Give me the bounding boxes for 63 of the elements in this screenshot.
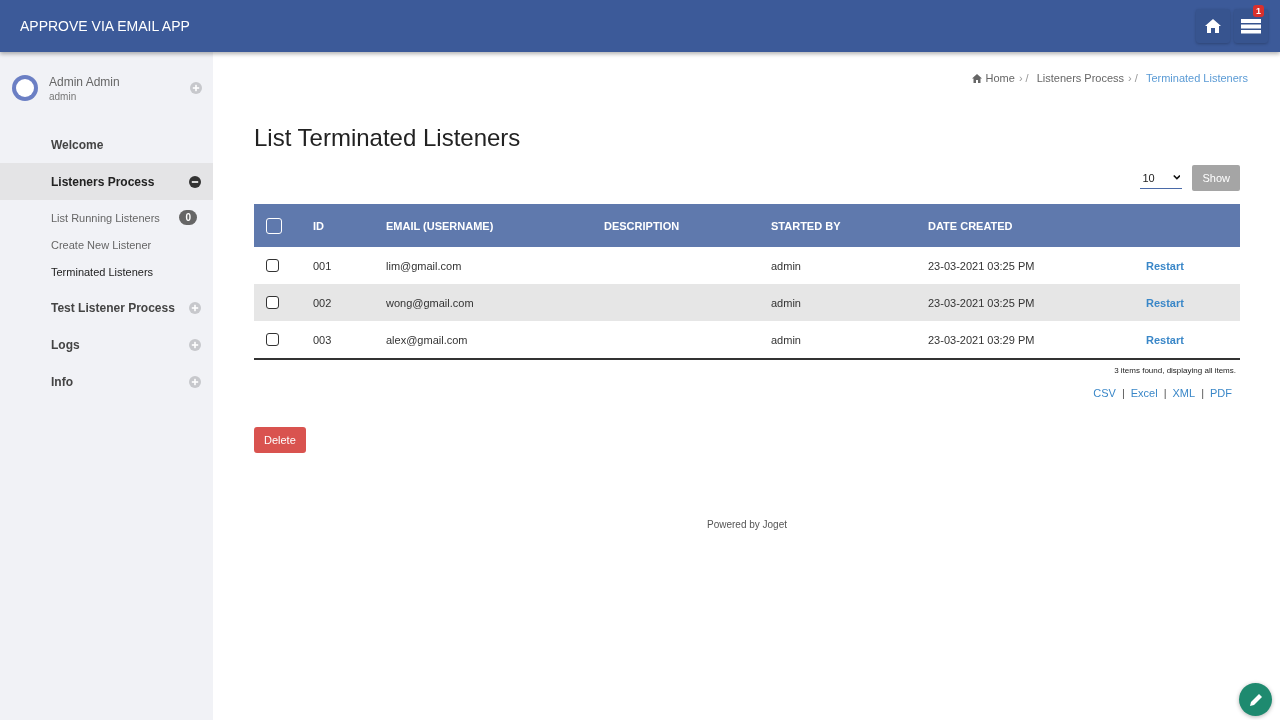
restart-link[interactable]: Restart: [1146, 333, 1184, 346]
home-icon: [971, 74, 982, 83]
submenu-item[interactable]: List Running Listeners 0: [0, 204, 213, 231]
home-button[interactable]: [1196, 9, 1230, 43]
table-cell: lim@gmail.com: [386, 259, 462, 272]
restart-link[interactable]: Restart: [1146, 296, 1184, 309]
column-header: DESCRIPTION: [604, 219, 680, 232]
export-link[interactable]: Excel: [1130, 387, 1158, 399]
table-cell: 23-03-2021 03:29 PM: [928, 333, 1035, 346]
pencil-icon: [1247, 691, 1264, 708]
sidebar-item[interactable]: Listeners Process: [0, 163, 213, 200]
table-cell: admin: [771, 296, 801, 309]
notification-count: 1: [1253, 5, 1264, 17]
link-separator: |: [1121, 387, 1125, 399]
table-cell: 001: [313, 259, 332, 272]
breadcrumb-separator: › /: [1128, 72, 1138, 84]
list-icon: [1241, 18, 1261, 34]
column-header: ID: [313, 219, 324, 232]
footer-text: Powered by Joget: [705, 519, 789, 530]
link-separator: |: [1201, 387, 1204, 399]
user-login: admin: [49, 90, 78, 102]
table-cell: wong@gmail.com: [386, 296, 474, 309]
column-header: STARTED BY: [771, 219, 841, 232]
sidebar-item[interactable]: Welcome: [0, 126, 213, 163]
chevron-down-icon: [1172, 174, 1181, 181]
row-checkbox[interactable]: [266, 259, 279, 273]
column-header: DATE CREATED: [928, 219, 1013, 232]
user-name: Admin Admin: [49, 74, 121, 89]
export-link[interactable]: XML: [1172, 387, 1196, 399]
table-cell: 003: [313, 333, 332, 346]
row-checkbox[interactable]: [266, 296, 279, 310]
table-cell: admin: [771, 259, 801, 272]
export-link[interactable]: PDF: [1210, 387, 1232, 399]
table-cell: 002: [313, 296, 332, 309]
count-badge: 0: [179, 210, 197, 225]
edit-button[interactable]: [1239, 683, 1272, 716]
submenu-item[interactable]: Create New Listener: [0, 231, 213, 258]
export-link[interactable]: CSV: [1093, 387, 1116, 399]
collapse-icon[interactable]: [189, 175, 201, 188]
breadcrumb-link[interactable]: Home: [985, 72, 1015, 84]
select-all-checkbox[interactable]: [266, 217, 282, 234]
submenu-item[interactable]: Terminated Listeners: [0, 258, 213, 285]
home-icon: [1204, 18, 1222, 34]
breadcrumb-link[interactable]: Listeners Process: [1036, 72, 1125, 84]
sidebar-item[interactable]: Logs: [0, 326, 213, 363]
link-separator: |: [1163, 387, 1167, 399]
page-title: List Terminated Listeners: [254, 124, 522, 152]
table-cell: 23-03-2021 03:25 PM: [928, 296, 1035, 309]
breadcrumb-separator: › /: [1018, 72, 1029, 84]
restart-link[interactable]: Restart: [1146, 259, 1184, 272]
app-title: APPROVE VIA EMAIL APP: [20, 18, 191, 34]
table-cell: alex@gmail.com: [386, 333, 468, 346]
column-header: EMAIL (USERNAME): [386, 219, 494, 232]
sidebar-item[interactable]: Info: [0, 363, 213, 400]
results-summary: 3 items found, displaying all items.: [1113, 366, 1237, 375]
table-cell: 23-03-2021 03:25 PM: [928, 259, 1035, 272]
delete-button[interactable]: Delete: [254, 427, 306, 453]
sidebar-item[interactable]: Test Listener Process: [0, 289, 213, 326]
page-size-select[interactable]: 10: [1140, 167, 1183, 189]
avatar-icon: [11, 74, 39, 102]
table-cell: admin: [771, 333, 801, 346]
row-checkbox[interactable]: [266, 333, 279, 347]
breadcrumb-link[interactable]: Terminated Listeners: [1145, 72, 1248, 84]
